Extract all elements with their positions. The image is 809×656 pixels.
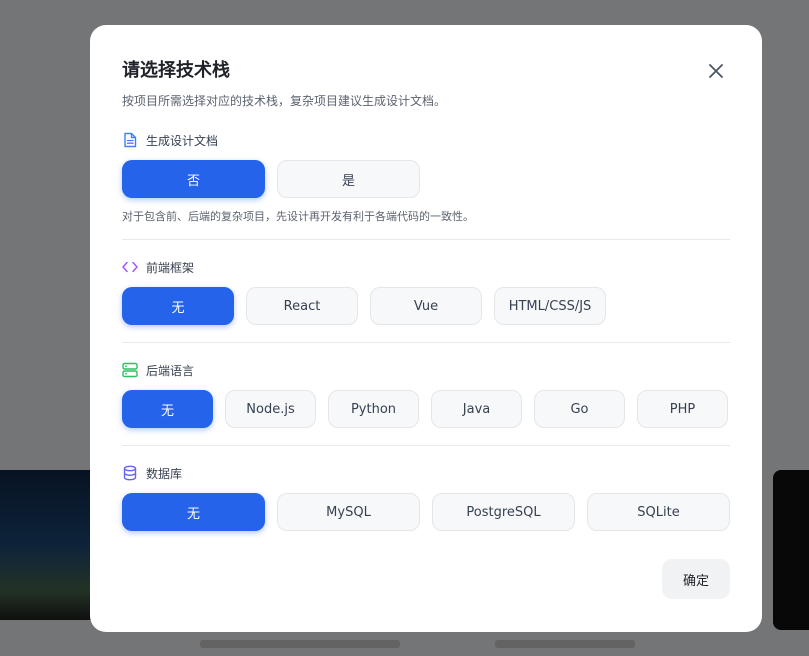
code-icon: [122, 259, 138, 275]
option-no[interactable]: 否: [122, 160, 265, 198]
section-label: 前端框架: [146, 260, 195, 275]
option-python[interactable]: Python: [328, 390, 419, 428]
dialog-description: 按项目所需选择对应的技术栈，复杂项目建议生成设计文档。: [122, 94, 447, 108]
option-none[interactable]: 无: [122, 287, 234, 325]
option-mysql[interactable]: MySQL: [277, 493, 420, 531]
divider: [122, 445, 730, 446]
close-icon: [709, 64, 723, 78]
option-postgresql[interactable]: PostgreSQL: [432, 493, 575, 531]
section-label: 数据库: [146, 466, 183, 481]
option-vue[interactable]: Vue: [370, 287, 482, 325]
option-html-css-js[interactable]: HTML/CSS/JS: [494, 287, 606, 325]
option-sqlite[interactable]: SQLite: [587, 493, 730, 531]
database-icon: [122, 465, 138, 481]
design-doc-section: 生成设计文档 否 是 对于包含前、后端的复杂项目，先设计再开发有利于各端代码的一…: [122, 131, 730, 224]
option-java[interactable]: Java: [431, 390, 522, 428]
server-icon: [122, 362, 138, 378]
backend-section: 后端语言 无 Node.js Python Java Go PHP: [122, 361, 730, 428]
option-none[interactable]: 无: [122, 493, 265, 531]
database-section: 数据库 无 MySQL PostgreSQL SQLite: [122, 464, 730, 531]
section-label: 后端语言: [146, 363, 195, 378]
option-none[interactable]: 无: [122, 390, 213, 428]
document-icon: [122, 132, 138, 148]
section-label: 生成设计文档: [146, 133, 219, 148]
close-button[interactable]: [706, 61, 726, 81]
dialog-title: 请选择技术栈: [122, 60, 230, 81]
option-go[interactable]: Go: [534, 390, 625, 428]
frontend-section: 前端框架 无 React Vue HTML/CSS/JS: [122, 258, 730, 325]
divider: [122, 342, 730, 343]
option-nodejs[interactable]: Node.js: [225, 390, 316, 428]
confirm-button[interactable]: 确定: [662, 559, 730, 599]
design-doc-hint: 对于包含前、后端的复杂项目，先设计再开发有利于各端代码的一致性。: [122, 210, 474, 223]
option-yes[interactable]: 是: [277, 160, 420, 198]
tech-stack-dialog: 请选择技术栈 按项目所需选择对应的技术栈，复杂项目建议生成设计文档。 生成设计文…: [90, 25, 762, 632]
option-react[interactable]: React: [246, 287, 358, 325]
divider: [122, 239, 730, 240]
option-php[interactable]: PHP: [637, 390, 728, 428]
